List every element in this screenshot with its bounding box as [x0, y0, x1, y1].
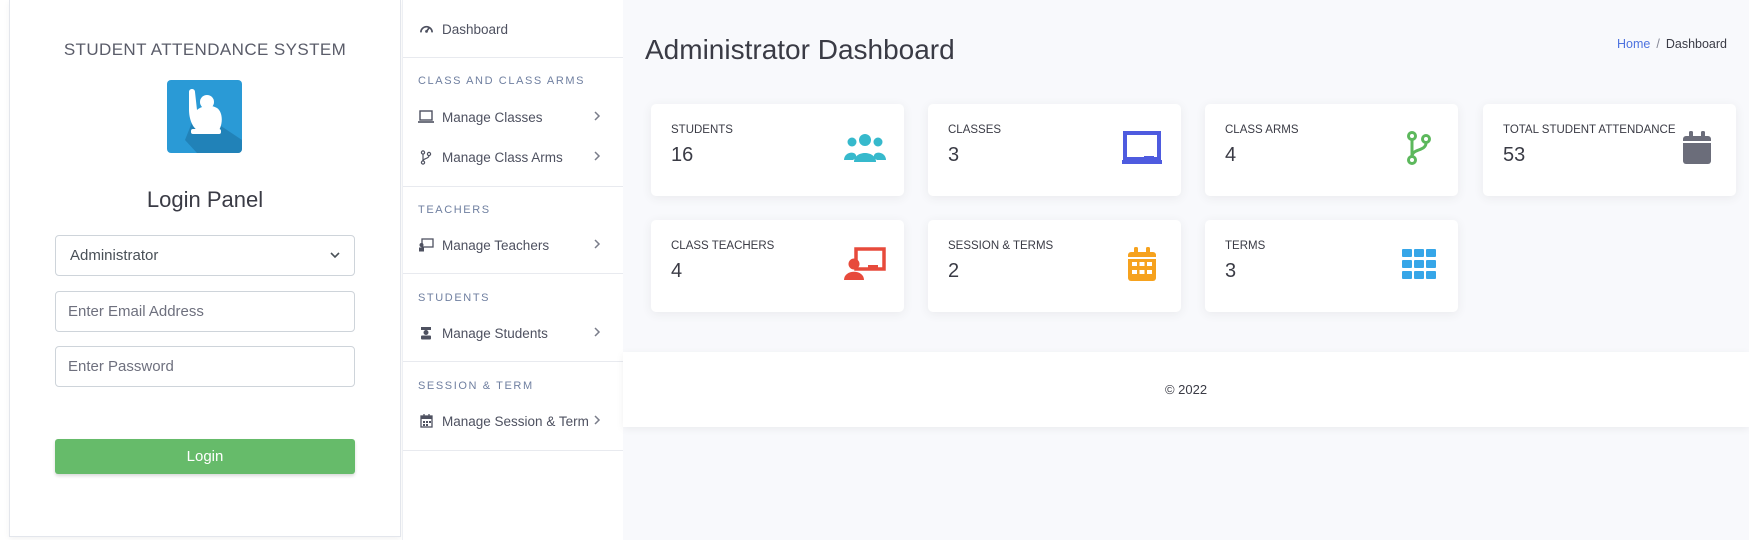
sidebar-item-label: Dashboard	[442, 21, 509, 37]
stat-card-total-attendance[interactable]: TOTAL STUDENT ATTENDANCE 53	[1483, 104, 1736, 196]
breadcrumb-home-link[interactable]: Home	[1617, 37, 1650, 51]
stat-card-classes[interactable]: CLASSES 3	[928, 104, 1181, 196]
stat-card-terms[interactable]: TERMS 3	[1205, 220, 1458, 312]
student-raising-hand-icon	[167, 80, 242, 153]
divider	[403, 57, 623, 58]
breadcrumb: Home / Dashboard	[1617, 37, 1727, 51]
role-select-value: Administrator	[70, 247, 159, 264]
sidebar-item-label: Manage Teachers	[442, 237, 550, 253]
sidebar-item-manage-classes[interactable]: Manage Classes	[403, 100, 623, 134]
stat-card-label: TOTAL STUDENT ATTENDANCE	[1503, 124, 1676, 136]
code-branch-icon	[418, 149, 434, 165]
login-panel: STUDENT ATTENDANCE SYSTEM Login Panel Ad…	[9, 0, 401, 537]
login-button[interactable]: Login	[55, 439, 355, 474]
chevron-right-icon	[593, 414, 601, 429]
breadcrumb-current: Dashboard	[1665, 37, 1727, 51]
stat-card-session-terms[interactable]: SESSION & TERMS 2	[928, 220, 1181, 312]
calendar-icon	[418, 413, 434, 429]
divider	[403, 361, 623, 362]
email-field[interactable]: Enter Email Address	[55, 291, 355, 332]
sidebar-item-manage-class-arms[interactable]: Manage Class Arms	[403, 140, 623, 174]
users-icon	[844, 130, 886, 166]
stat-card-label: CLASSES	[948, 124, 1002, 136]
stat-card-label: SESSION & TERMS	[948, 240, 1054, 252]
sidebar-item-manage-students[interactable]: Manage Students	[403, 316, 623, 350]
th-icon	[1398, 246, 1440, 282]
stat-card-value: 3	[948, 144, 960, 166]
copyright-text: © 2022	[1164, 382, 1208, 397]
stat-card-label: STUDENTS	[671, 124, 733, 136]
stat-card-label: TERMS	[1225, 240, 1266, 252]
stat-card-value: 4	[1225, 144, 1237, 166]
sidebar-item-label: Manage Classes	[442, 109, 543, 125]
sidebar-item-label: Manage Class Arms	[442, 149, 563, 165]
sidebar-heading: TEACHERS	[418, 204, 491, 216]
user-graduate-icon	[418, 325, 434, 341]
role-select[interactable]: Administrator	[55, 235, 355, 276]
stat-card-value: 2	[948, 260, 960, 282]
sidebar-heading: SESSION & TERM	[418, 380, 534, 392]
stat-card-value: 16	[671, 144, 694, 166]
page-title: Administrator Dashboard	[645, 34, 955, 65]
sidebar-heading: STUDENTS	[418, 292, 491, 304]
sidebar-item-manage-session-term[interactable]: Manage Session & Term	[403, 404, 623, 438]
chevron-down-icon	[330, 247, 340, 264]
login-panel-title: Login Panel	[146, 187, 264, 212]
chevron-right-icon	[593, 150, 601, 165]
sidebar-item-label: Manage Students	[442, 325, 548, 341]
stat-card-students[interactable]: STUDENTS 16	[651, 104, 904, 196]
footer: © 2022	[623, 352, 1749, 427]
tachometer-icon	[418, 21, 434, 37]
sidebar-heading: CLASS AND CLASS ARMS	[418, 75, 586, 87]
divider	[403, 186, 623, 187]
main-content: Administrator Dashboard Home / Dashboard S…	[623, 0, 1749, 540]
calendar-icon	[1676, 130, 1718, 166]
chalkboard-teacher-icon	[418, 237, 434, 253]
chalkboard-icon	[1121, 130, 1163, 166]
laptop-icon	[418, 109, 434, 125]
stat-card-value: 3	[1225, 260, 1237, 282]
password-field[interactable]: Enter Password	[55, 346, 355, 387]
email-placeholder: Enter Email Address	[68, 303, 204, 320]
stat-card-value: 4	[671, 260, 683, 282]
divider	[403, 273, 623, 274]
sidebar-item-label: Manage Session & Term	[442, 413, 589, 429]
stat-card-label: CLASS TEACHERS	[671, 240, 775, 252]
sidebar: Dashboard CLASS AND CLASS ARMS Manage Cl…	[402, 0, 623, 540]
chevron-right-icon	[593, 238, 601, 253]
stat-card-class-teachers[interactable]: CLASS TEACHERS 4	[651, 220, 904, 312]
chevron-right-icon	[593, 326, 601, 341]
code-branch-icon	[1398, 130, 1440, 166]
chalkboard-teacher-icon	[844, 246, 886, 282]
stat-card-class-arms[interactable]: CLASS ARMS 4	[1205, 104, 1458, 196]
chevron-right-icon	[593, 110, 601, 125]
sidebar-item-manage-teachers[interactable]: Manage Teachers	[403, 228, 623, 262]
stat-card-value: 53	[1503, 144, 1526, 166]
calendar-alt-icon	[1121, 246, 1163, 282]
sidebar-item-dashboard[interactable]: Dashboard	[403, 12, 623, 46]
password-placeholder: Enter Password	[68, 358, 174, 375]
system-title: STUDENT ATTENDANCE SYSTEM	[63, 40, 347, 59]
breadcrumb-separator: /	[1656, 37, 1660, 51]
stat-card-label: CLASS ARMS	[1225, 124, 1299, 136]
divider	[403, 450, 623, 451]
